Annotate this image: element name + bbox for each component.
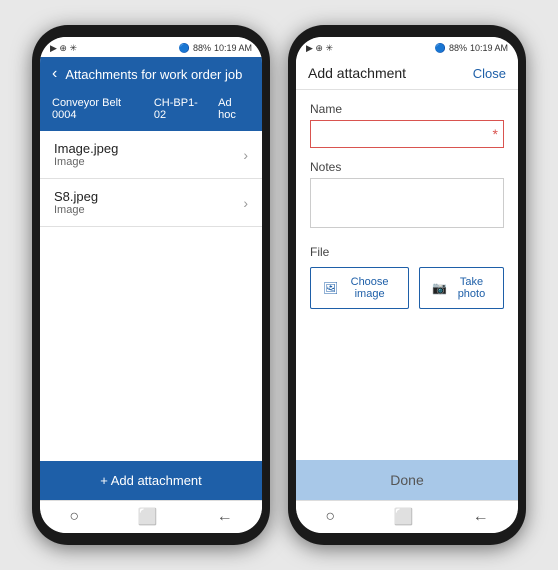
phone-1-screen: ▶ ⊕ ✳ 🔵 88% 10:19 AM ‹ Attachments for w…	[40, 37, 262, 533]
status-left-2: ▶ ⊕ ✳	[306, 43, 333, 54]
choose-image-label: Choose image	[343, 276, 396, 300]
file-label: File	[310, 245, 504, 259]
home-nav-icon-2[interactable]: ○	[325, 508, 335, 526]
back-button-1[interactable]: ‹	[52, 65, 57, 83]
battery-1: 88%	[193, 43, 211, 53]
choose-image-button[interactable]: 🖼 Choose image	[310, 267, 409, 309]
status-right-2: 🔵 88% 10:19 AM	[435, 43, 508, 54]
name-label: Name	[310, 102, 504, 116]
signal-icons-1: ▶ ⊕ ✳	[50, 43, 77, 54]
info-item-2: CH-BP1-02	[154, 97, 206, 121]
bottom-nav-2: ○ ⬜ ←	[296, 500, 518, 533]
list-item[interactable]: S8.jpeg Image ›	[40, 179, 262, 227]
status-bar-2: ▶ ⊕ ✳ 🔵 88% 10:19 AM	[296, 37, 518, 57]
bluetooth-icon-1: 🔵	[179, 43, 190, 54]
list-item[interactable]: Image.jpeg Image ›	[40, 131, 262, 179]
back-nav-icon-2[interactable]: ←	[473, 508, 489, 526]
bottom-nav-1: ○ ⬜ ←	[40, 500, 262, 533]
done-button[interactable]: Done	[296, 460, 518, 500]
name-form-group: Name *	[310, 102, 504, 148]
notes-input[interactable]	[310, 178, 504, 228]
info-item-1: Conveyor Belt 0004	[52, 97, 142, 121]
file-buttons-group: 🖼 Choose image 📷 Take photo	[310, 267, 504, 309]
status-bar-1: ▶ ⊕ ✳ 🔵 88% 10:19 AM	[40, 37, 262, 57]
chevron-icon-1: ›	[243, 147, 248, 163]
nav-bar-1: ‹ Attachments for work order job	[40, 57, 262, 91]
battery-2: 88%	[449, 43, 467, 53]
phone-2-screen: ▶ ⊕ ✳ 🔵 88% 10:19 AM Add attachment Clos…	[296, 37, 518, 533]
take-photo-label: Take photo	[452, 276, 491, 300]
name-input[interactable]	[310, 120, 504, 148]
bluetooth-icon-2: 🔵	[435, 43, 446, 54]
phone-1: ▶ ⊕ ✳ 🔵 88% 10:19 AM ‹ Attachments for w…	[32, 25, 270, 545]
choose-image-icon: 🖼	[323, 281, 338, 295]
take-photo-icon: 📷	[432, 281, 447, 295]
notes-label: Notes	[310, 160, 504, 174]
page-title-2: Add attachment	[308, 65, 406, 81]
info-item-3: Ad hoc	[218, 97, 250, 121]
signal-icons-2: ▶ ⊕ ✳	[306, 43, 333, 54]
list-item-content-1: Image.jpeg Image	[54, 141, 118, 168]
take-photo-button[interactable]: 📷 Take photo	[419, 267, 504, 309]
chevron-icon-2: ›	[243, 195, 248, 211]
attachment-title-2: S8.jpeg	[54, 189, 98, 204]
attachment-sub-1: Image	[54, 156, 118, 168]
required-star: *	[493, 126, 498, 142]
phone-2: ▶ ⊕ ✳ 🔵 88% 10:19 AM Add attachment Clos…	[288, 25, 526, 545]
attachment-title-1: Image.jpeg	[54, 141, 118, 156]
square-nav-icon-2[interactable]: ⬜	[394, 507, 414, 527]
notes-form-group: Notes	[310, 160, 504, 233]
form-area-2: Name * Notes File 🖼	[296, 90, 518, 460]
square-nav-icon-1[interactable]: ⬜	[138, 507, 158, 527]
info-bar-1: Conveyor Belt 0004 CH-BP1-02 Ad hoc	[40, 91, 262, 131]
home-nav-icon-1[interactable]: ○	[69, 508, 79, 526]
close-button-2[interactable]: Close	[473, 66, 506, 81]
file-section: File 🖼 Choose image 📷 Take photo	[310, 245, 504, 309]
status-right-1: 🔵 88% 10:19 AM	[179, 43, 252, 54]
add-attachment-button[interactable]: + Add attachment	[40, 461, 262, 500]
time-1: 10:19 AM	[214, 43, 252, 53]
name-input-wrapper: *	[310, 120, 504, 148]
attachment-list: Image.jpeg Image › S8.jpeg Image ›	[40, 131, 262, 461]
page-header-2: Add attachment Close	[296, 57, 518, 90]
time-2: 10:19 AM	[470, 43, 508, 53]
attachment-sub-2: Image	[54, 204, 98, 216]
back-nav-icon-1[interactable]: ←	[217, 508, 233, 526]
list-item-content-2: S8.jpeg Image	[54, 189, 98, 216]
nav-title-1: Attachments for work order job	[65, 67, 242, 82]
status-left-1: ▶ ⊕ ✳	[50, 43, 77, 54]
